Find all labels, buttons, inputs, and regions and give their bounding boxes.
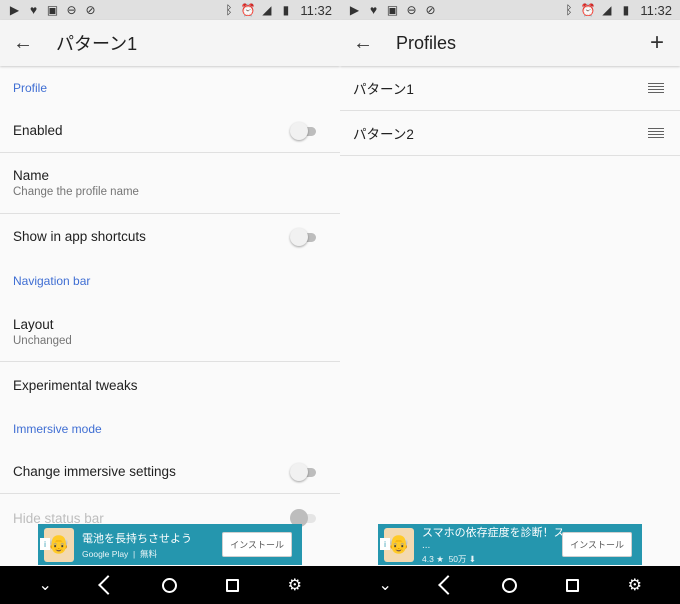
- ad-store: Google Play: [82, 548, 129, 559]
- ad-downloads: 50万: [448, 554, 467, 564]
- plus-icon[interactable]: +: [644, 29, 670, 56]
- ad-install-button[interactable]: インストール: [222, 532, 292, 557]
- ad-title: 電池を長持ちさせよう: [82, 532, 192, 545]
- drag-handle-icon[interactable]: [648, 127, 664, 139]
- pref-enabled[interactable]: Enabled: [0, 109, 340, 153]
- system-nav-bar: ⌄ ⚙ ⌄ ⚙: [0, 566, 680, 604]
- pref-summary: Unchanged: [13, 334, 72, 347]
- ad-info-icon[interactable]: i: [380, 538, 390, 550]
- status-bar: ▶ ♥ ▣ ⊖ ⊘ ᛒ ⏰ ◢ ▮ 11:32: [0, 0, 340, 20]
- pokeball-icon: ⊖: [66, 2, 77, 17]
- pref-summary: Change the profile name: [13, 186, 139, 198]
- shortcuts-switch[interactable]: [290, 227, 318, 246]
- square-recents-icon[interactable]: [560, 573, 584, 597]
- gear-icon[interactable]: ⚙: [283, 573, 307, 597]
- status-icons-left: ▶ ♥ ▣ ⊖ ⊘: [348, 2, 437, 17]
- profile-settings-screen: ▶ ♥ ▣ ⊖ ⊘ ᛒ ⏰ ◢ ▮ 11:32 ← パターン1 Profile …: [0, 0, 340, 566]
- chevron-down-icon[interactable]: ⌄: [33, 573, 57, 597]
- pref-title: Experimental tweaks: [13, 377, 138, 393]
- ad-title-cont: ...: [422, 540, 431, 551]
- app-bar: ← Profiles +: [340, 20, 680, 66]
- status-time: 11:32: [300, 2, 332, 18]
- bluetooth-icon: ᛒ: [565, 2, 573, 17]
- immersive-switch[interactable]: [290, 462, 318, 481]
- bluetooth-icon: ᛒ: [225, 2, 233, 17]
- status-time: 11:32: [640, 2, 672, 18]
- ad-price: 無料: [139, 548, 157, 559]
- signal-icon: ◢: [602, 2, 612, 17]
- pref-title: Enabled: [13, 123, 63, 138]
- alarm-icon: ⏰: [240, 2, 256, 17]
- section-header-profile: Profile: [13, 80, 48, 95]
- play-icon: ▶: [349, 2, 360, 17]
- page-title: Profiles: [396, 32, 457, 53]
- arrow-back-icon[interactable]: ←: [350, 30, 376, 56]
- ad-banner[interactable]: i 👴 スマホの依存症度を診断！ス ... 4.3 ★ 50万 ⬇ インストール: [378, 524, 642, 565]
- pref-change-immersive-settings[interactable]: Change immersive settings: [0, 450, 340, 494]
- status-icons-right: ᛒ ⏰ ◢ ▮ 11:32: [222, 3, 332, 18]
- section-header-navigation-bar: Navigation bar: [13, 273, 91, 288]
- pref-layout[interactable]: Layout Unchanged: [0, 302, 340, 362]
- pref-name[interactable]: Name Change the profile name: [0, 153, 340, 214]
- profile-list-item[interactable]: パターン1: [340, 66, 680, 111]
- profile-list-item[interactable]: パターン2: [340, 111, 680, 156]
- ad-title: スマホの依存症度を診断！ス: [422, 524, 562, 540]
- page-title: パターン1: [56, 34, 138, 54]
- pref-title: Show in app shortcuts: [13, 229, 146, 244]
- triangle-back-icon[interactable]: [96, 573, 120, 597]
- pref-title: Layout: [13, 316, 54, 332]
- app-bar: ← パターン1: [0, 20, 340, 66]
- heart-icon: ♥: [369, 2, 378, 17]
- pref-show-in-app-shortcuts[interactable]: Show in app shortcuts: [0, 214, 340, 259]
- battery-icon: ▮: [622, 2, 630, 17]
- do-not-disturb-icon: ⊘: [425, 2, 436, 17]
- ad-rating: 4.3: [422, 554, 434, 564]
- do-not-disturb-icon: ⊘: [85, 2, 96, 17]
- triangle-back-icon[interactable]: [436, 573, 460, 597]
- ad-banner[interactable]: i 👴 電池を長持ちさせよう Google Play | 無料 インストール: [38, 524, 302, 565]
- ad-install-button[interactable]: インストール: [562, 532, 632, 557]
- arrow-back-icon[interactable]: ←: [10, 30, 36, 56]
- star-icon: ★: [436, 554, 444, 564]
- download-icon: ⬇: [468, 554, 477, 564]
- pref-title: Name: [13, 168, 50, 183]
- signal-icon: ◢: [262, 2, 272, 17]
- profile-name: パターン2: [353, 127, 414, 142]
- ad-title-text: スマホの依存症度を診断！ス: [422, 527, 563, 539]
- alarm-icon: ⏰: [580, 2, 596, 17]
- battery-icon: ▮: [282, 2, 290, 17]
- profiles-screen: ▶ ♥ ▣ ⊖ ⊘ ᛒ ⏰ ◢ ▮ 11:32 ← Profiles + パター…: [340, 0, 680, 566]
- pref-title: Change immersive settings: [13, 464, 176, 479]
- heart-icon: ♥: [29, 2, 38, 17]
- pokeball-icon: ⊖: [406, 2, 417, 17]
- profile-name: パターン1: [353, 82, 414, 97]
- drag-handle-icon[interactable]: [648, 82, 664, 94]
- status-icons-left: ▶ ♥ ▣ ⊖ ⊘: [8, 2, 97, 17]
- ad-info-icon[interactable]: i: [40, 538, 50, 550]
- image-icon: ▣: [46, 2, 59, 17]
- enabled-switch[interactable]: [290, 121, 318, 140]
- nav-bar-right: ⌄ ⚙: [340, 566, 680, 604]
- pref-experimental-tweaks[interactable]: Experimental tweaks: [0, 362, 340, 408]
- gear-icon[interactable]: ⚙: [623, 573, 647, 597]
- image-icon: ▣: [386, 2, 399, 17]
- chevron-down-icon[interactable]: ⌄: [373, 573, 397, 597]
- status-bar: ▶ ♥ ▣ ⊖ ⊘ ᛒ ⏰ ◢ ▮ 11:32: [340, 0, 680, 20]
- status-icons-right: ᛒ ⏰ ◢ ▮ 11:32: [562, 3, 672, 18]
- nav-bar-left: ⌄ ⚙: [0, 566, 340, 604]
- circle-home-icon[interactable]: [498, 573, 522, 597]
- play-icon: ▶: [9, 2, 20, 17]
- square-recents-icon[interactable]: [220, 573, 244, 597]
- circle-home-icon[interactable]: [158, 573, 182, 597]
- section-header-immersive-mode: Immersive mode: [13, 422, 102, 436]
